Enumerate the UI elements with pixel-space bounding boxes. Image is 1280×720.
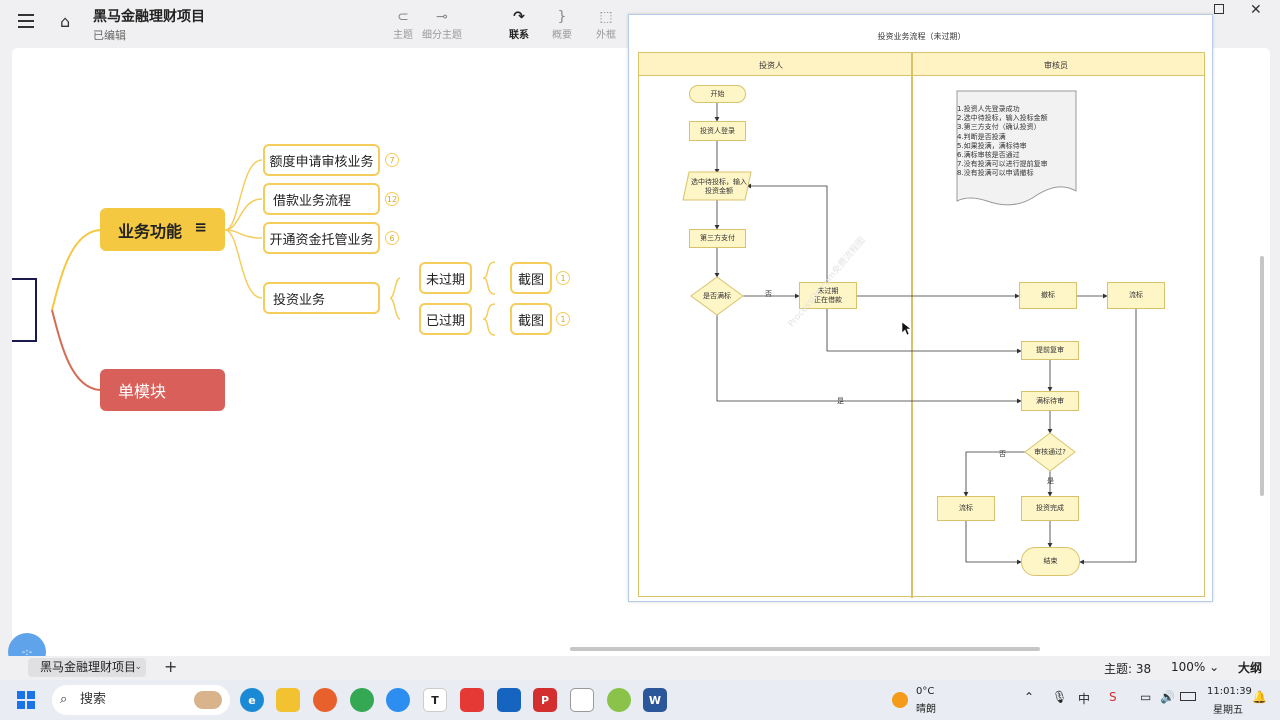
fc-end: 结束 [1021, 547, 1080, 576]
pdf-icon[interactable]: P [533, 688, 557, 712]
clock-time[interactable]: 11:01:39 [1207, 686, 1252, 697]
search-icon: ⌕ [60, 692, 68, 707]
fc-note-line: 5.如果投满，满标待审 [957, 141, 1027, 150]
app-window: ⌂ 黑马金融理财项目 已编辑 ⊂ 主题 ⊸ 细分主题 ↷ 联系} 概要 ⬚ 外框 ✕ 业务功能 … [0, 0, 1280, 720]
file-explorer-icon[interactable] [276, 688, 300, 712]
maximize-window-icon[interactable] [1214, 4, 1224, 14]
fc-flow1: 流标 [1107, 282, 1165, 309]
windows-taskbar: ⌕ 搜索 e T P W 0°C 晴朗 ⌃ 🎙 中 S ▭ 🔊 11:01:39… [0, 680, 1280, 720]
clock-day[interactable]: 星期五 [1213, 701, 1243, 716]
volume-icon[interactable]: 🔊 [1160, 690, 1175, 704]
fc-early-review: 提前复审 [1021, 341, 1079, 360]
invest-child-unexpired[interactable]: 未过期 [419, 262, 472, 294]
search-app-icon[interactable] [386, 688, 410, 712]
chevron-up-icon[interactable]: ⌃ [1024, 690, 1034, 704]
mouse-cursor [902, 322, 912, 336]
microphone-icon[interactable]: 🎙 [1052, 690, 1067, 704]
fc-revoke: 撤标 [1019, 282, 1077, 309]
fc-start: 开始 [689, 85, 746, 103]
edge-icon[interactable]: e [240, 688, 264, 712]
sub-node-credit-badge[interactable]: 7 [385, 153, 399, 167]
fc-note: 1.投资人先登录成功 2.选中待投标，输入投标金额 3.第三方支付（确认投资） 4.判… [957, 105, 1075, 179]
fc-select: 选中待投标，输入投资金额 [691, 177, 747, 195]
sub-node-credit[interactable]: 额度申请审核业务 [263, 144, 380, 176]
fc-note-line: 4.判断是否投满 [957, 132, 1006, 141]
flowchart-image[interactable]: 投资业务流程（未过期） 投资人 审核员 开始 投资人登录 选中待投标，输入投资金… [628, 14, 1213, 602]
ime-icon[interactable]: 中 [1078, 690, 1090, 707]
close-window-icon[interactable]: ✕ [1250, 2, 1262, 18]
horizontal-scrollbar[interactable] [570, 647, 1040, 651]
battery-icon[interactable] [1180, 692, 1196, 701]
fc-done: 投资完成 [1021, 496, 1079, 521]
leaf-screenshot-1-badge[interactable]: 1 [556, 271, 570, 285]
notes-icon[interactable]: ≡ [194, 218, 207, 236]
outline-button[interactable]: 大纲 [1238, 659, 1262, 676]
fc-edge-no1: 否 [765, 290, 772, 298]
fc-edge-no2: 否 [999, 450, 1006, 458]
sheet-tab[interactable]: 黑马金融理财项目 ⌄ [28, 658, 146, 677]
weather-temp: 0°C [916, 686, 935, 697]
chrome-icon[interactable] [350, 688, 374, 712]
leaf-screenshot-2[interactable]: 截图 [510, 303, 552, 335]
zoom-level[interactable]: 100% ⌄ [1171, 660, 1219, 674]
notification-icon[interactable]: 🔔 [1252, 690, 1267, 704]
fc-full-question: 是否满标 [703, 291, 731, 300]
typora-icon[interactable]: T [423, 688, 447, 712]
main-node-module[interactable]: 单模块 [100, 369, 225, 411]
clock-app-icon[interactable] [570, 688, 594, 712]
add-sheet-icon[interactable]: + [164, 657, 177, 676]
fc-note-line: 8.没有投满可以申请撤标 [957, 169, 1034, 178]
chevron-down-icon[interactable]: ⌄ [134, 658, 142, 677]
fc-note-line: 1.投资人先登录成功 [957, 105, 1020, 113]
fc-flow2: 流标 [937, 496, 995, 521]
network-icon[interactable]: ▭ [1140, 690, 1151, 704]
fc-note-line: 3.第三方支付（确认投资） [957, 123, 1041, 132]
leaf-screenshot-1[interactable]: 截图 [510, 262, 552, 294]
invest-child-expired[interactable]: 已过期 [419, 303, 472, 335]
weather-desc: 晴朗 [916, 704, 936, 715]
weather-icon [892, 692, 908, 708]
fc-review-question: 审核通过? [1034, 447, 1066, 456]
firefox-icon[interactable] [313, 688, 337, 712]
taskbar-search[interactable]: ⌕ 搜索 [52, 685, 230, 715]
sub-node-loan[interactable]: 借款业务流程 [263, 183, 380, 215]
leaf-screenshot-2-badge[interactable]: 1 [556, 312, 570, 326]
fc-edge-yes1: 是 [837, 397, 844, 405]
topic-count: 主题: 38 [1104, 662, 1152, 676]
windows-start-icon[interactable] [17, 691, 35, 709]
word-icon[interactable]: W [643, 688, 667, 712]
sub-node-loan-badge[interactable]: 12 [385, 192, 399, 206]
tray-app-icon[interactable]: S [1109, 690, 1117, 704]
fc-note-line: 6.满标审核是否通过 [957, 151, 1020, 160]
vertical-scrollbar[interactable] [1260, 256, 1264, 496]
sub-node-custody-badge[interactable]: 6 [385, 231, 399, 245]
fc-login: 投资人登录 [689, 121, 746, 141]
app2-icon[interactable] [607, 688, 631, 712]
xmind-icon[interactable] [460, 688, 484, 712]
sub-node-invest[interactable]: 投资业务 [263, 282, 380, 314]
main-node-business[interactable]: 业务功能 ≡ [100, 208, 225, 251]
status-bar: 黑马金融理财项目 ⌄ + 主题: 38 100% ⌄ 大纲 [0, 656, 1280, 680]
fc-pay: 第三方支付 [689, 229, 746, 248]
fc-full-wait: 满标待审 [1021, 391, 1079, 411]
fc-edge-yes2: 是 [1047, 477, 1054, 485]
search-highlight-icon [194, 691, 222, 709]
app-icon[interactable] [497, 688, 521, 712]
sub-node-custody[interactable]: 开通资金托管业务 [263, 222, 380, 254]
